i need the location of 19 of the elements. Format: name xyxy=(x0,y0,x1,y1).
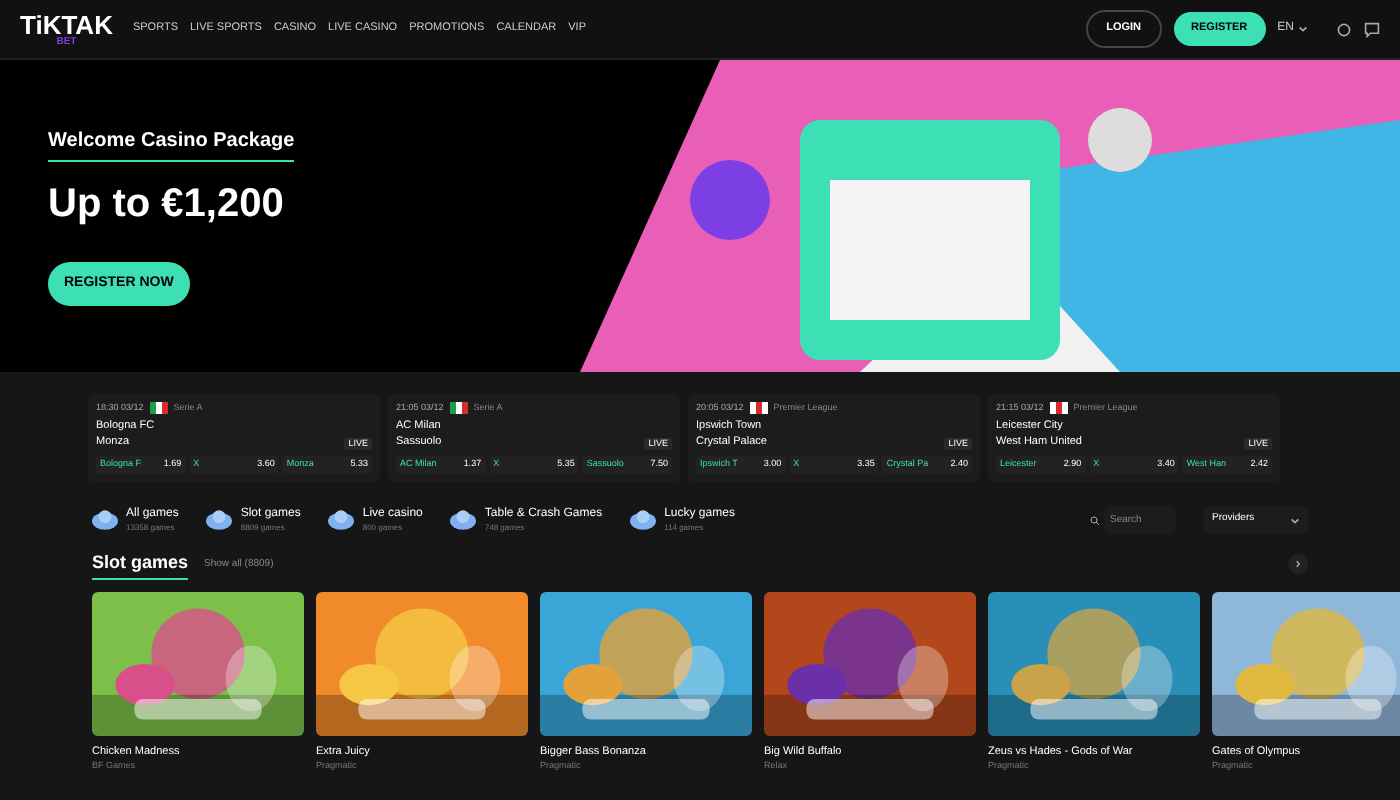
cloud-icon xyxy=(92,510,118,530)
promo-kicker: Welcome Casino Package xyxy=(48,125,295,162)
flag-icon xyxy=(749,402,768,415)
cloud-icon xyxy=(328,510,355,530)
flag-icon xyxy=(449,402,468,415)
section-title: Slot games xyxy=(92,550,189,579)
chat-icon[interactable] xyxy=(1364,21,1380,37)
flag-icon xyxy=(1049,402,1068,415)
next-button[interactable] xyxy=(1288,554,1308,575)
chevron-down-icon xyxy=(1298,24,1308,34)
search-icon xyxy=(1090,515,1100,525)
chevron-down-icon xyxy=(1290,515,1300,525)
cloud-icon xyxy=(630,510,657,530)
chevron-right-icon xyxy=(1294,560,1302,569)
cloud-icon xyxy=(450,510,477,530)
logo[interactable]: TiKTAK xyxy=(20,11,113,37)
promo-title: Up to €1,200 xyxy=(48,179,286,230)
cloud-icon xyxy=(206,510,233,530)
flag-icon xyxy=(149,402,168,415)
